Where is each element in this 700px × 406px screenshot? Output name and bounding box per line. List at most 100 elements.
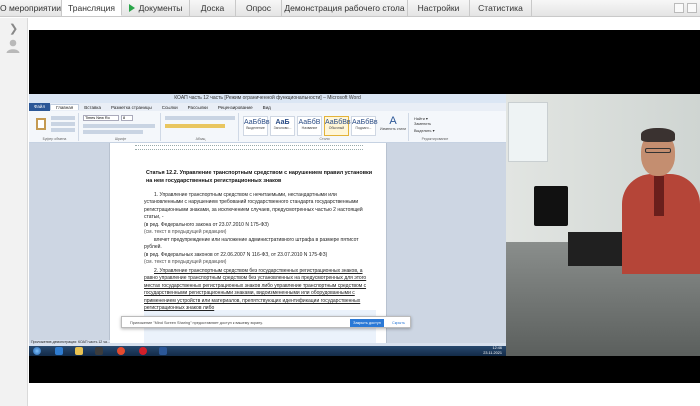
hide-notification-link[interactable]: Скрыть	[392, 317, 405, 329]
ribbon-caption-font: Шрифт	[114, 137, 127, 141]
tab-broadcast[interactable]: Трансляция	[62, 0, 122, 16]
paragraph-6: (см. текст в предыдущей редакции)	[144, 259, 227, 265]
font-name-select[interactable]: Times New Ro	[83, 115, 119, 121]
word-title-bar: КОАП часть 12 часть [Режим ограниченной …	[29, 94, 506, 103]
word-menu-mailings[interactable]: Рассылки	[183, 105, 213, 110]
tab-bar: О мероприятии Трансляция Документы Доска…	[0, 0, 700, 17]
change-styles-label: Изменить стили	[379, 127, 407, 131]
page-separator	[135, 145, 363, 150]
style-title[interactable]: АаБбВ Название	[297, 116, 322, 136]
style-emphasis[interactable]: АаБбВвГ Выделение	[243, 116, 273, 136]
tab-broadcast-label: Трансляция	[68, 2, 115, 13]
fullscreen-icon[interactable]	[687, 3, 697, 13]
tab-statistics-label: Статистика	[478, 3, 523, 13]
tab-settings[interactable]: Настройки	[408, 0, 470, 16]
paragraph-4: влечет предупреждение или наложение адми…	[144, 237, 359, 251]
windows-taskbar: 12:46 23.11.2021	[29, 346, 506, 356]
chrome-icon[interactable]	[117, 347, 125, 355]
paragraph-1: 1. Управление транспортным средством с н…	[144, 192, 363, 221]
ie-icon[interactable]	[55, 347, 63, 355]
shared-screen: КОАП часть 12 часть [Режим ограниченной …	[29, 94, 506, 356]
word-menu-review[interactable]: Рецензирование	[213, 105, 258, 110]
word-menu-home[interactable]: Главная	[50, 104, 80, 110]
select-button[interactable]: Выделить ▾	[414, 128, 434, 133]
explorer-icon[interactable]	[75, 347, 83, 355]
style-subtitle-name: Подзаго...	[355, 126, 372, 130]
tab-desktop-demo-label: Демонстрация рабочего стола	[284, 3, 405, 13]
style-heading-sample: АаБ	[275, 119, 290, 126]
list-tools[interactable]	[165, 116, 235, 120]
paragraph-3: (см. текст в предыдущей редакции)	[144, 229, 227, 235]
word-menu: Файл Главная Вставка Разметка страницы С…	[29, 103, 506, 111]
tab-poll-label: Опрос	[246, 3, 271, 13]
video-stream[interactable]: КОАП часть 12 часть [Режим ограниченной …	[29, 30, 700, 383]
style-normal[interactable]: АаБбВв Обычный	[324, 116, 351, 136]
font-size-select[interactable]: 8	[121, 115, 133, 121]
word-icon[interactable]	[159, 347, 167, 355]
paragraph-7: 2. Управление транспортным средством без…	[144, 268, 367, 312]
style-title-name: Название	[301, 126, 318, 130]
tab-board-label: Доска	[200, 3, 225, 13]
start-button-icon[interactable]	[33, 347, 41, 355]
taskbar-status-text: Приложение-демонстрация: КОАП часть 12 ч…	[31, 340, 110, 344]
tab-desktop-demo[interactable]: Демонстрация рабочего стола	[282, 0, 408, 16]
style-normal-name: Обычный	[328, 126, 345, 130]
play-icon	[128, 4, 135, 12]
ribbon-caption-paragraph: Абзац	[195, 137, 206, 141]
word-menu-insert[interactable]: Вставка	[79, 105, 106, 110]
font-color-tools[interactable]	[83, 130, 143, 134]
tab-documents[interactable]: Документы	[122, 0, 190, 16]
style-subtitle[interactable]: АаБбВв Подзаго...	[351, 116, 378, 136]
style-title-sample: АаБбВ	[298, 119, 321, 126]
find-button[interactable]: Найти ▾	[414, 116, 428, 121]
minimize-icon[interactable]	[674, 3, 684, 13]
monitor-icon	[534, 186, 568, 226]
word-menu-layout[interactable]: Разметка страницы	[106, 105, 157, 110]
stop-sharing-button[interactable]: Закрыть доступ	[350, 319, 384, 327]
screen-share-notification: Приложение "Mind Screen Sharing" предост…	[121, 316, 411, 328]
presenter-camera	[506, 94, 700, 356]
style-heading[interactable]: АаБ Заголово...	[270, 116, 295, 136]
ribbon-font: Times New Ro 8 Шрифт	[81, 113, 161, 141]
ribbon-styles: АаБбВвГ Выделение АаБ Заголово... АаБбВ Наз…	[241, 113, 409, 141]
ribbon-clipboard: Буфер обмена	[31, 113, 79, 141]
ribbon-caption-editing: Редактирование	[421, 137, 449, 141]
ribbon-editing: Найти ▾ Заменить Выделить ▾ Редактирован…	[411, 113, 459, 141]
media-icon[interactable]	[95, 347, 103, 355]
clock-date: 23.11.2021	[483, 351, 502, 355]
tab-statistics[interactable]: Статистика	[470, 0, 532, 16]
tab-about[interactable]: О мероприятии	[0, 0, 62, 16]
styles-a-icon: A	[389, 115, 397, 127]
ribbon-paragraph: Абзац	[163, 113, 239, 141]
align-tools[interactable]	[165, 124, 225, 128]
tab-poll[interactable]: Опрос	[236, 0, 282, 16]
word-menu-view[interactable]: Вид	[258, 105, 276, 110]
style-subtitle-sample: АаБбВв	[352, 119, 378, 126]
change-styles-button[interactable]: A Изменить стили	[379, 115, 407, 137]
share-notification-text: Приложение "Mind Screen Sharing" предост…	[130, 321, 263, 325]
paste-icon[interactable]	[35, 116, 47, 130]
left-sidebar: ❯	[0, 18, 28, 406]
glasses-icon	[645, 148, 671, 153]
document-page[interactable]: Статья 12.2. Управление транспортным сре…	[109, 143, 387, 343]
cut-button[interactable]	[51, 116, 75, 120]
style-heading-name: Заголово...	[273, 126, 292, 130]
system-clock: 12:46 23.11.2021	[483, 346, 502, 356]
format-painter-button[interactable]	[51, 128, 75, 132]
ribbon-caption-clipboard: Буфер обмена	[42, 137, 67, 141]
tab-about-label: О мероприятии	[0, 3, 62, 13]
background-window	[508, 102, 548, 162]
user-icon[interactable]	[5, 38, 21, 54]
chevron-right-icon[interactable]: ❯	[9, 22, 18, 35]
presenter-hair	[641, 128, 675, 142]
font-format-tools[interactable]	[83, 124, 155, 128]
opera-icon[interactable]	[139, 347, 147, 355]
ribbon-caption-styles: Стили	[319, 137, 330, 141]
article-heading: Статья 12.2. Управление транспортным сре…	[146, 170, 373, 184]
word-menu-references[interactable]: Ссылки	[157, 105, 183, 110]
word-file-tab[interactable]: Файл	[29, 103, 51, 111]
presenter-tie	[654, 176, 664, 216]
copy-button[interactable]	[51, 122, 75, 126]
replace-button[interactable]: Заменить	[414, 122, 431, 126]
tab-board[interactable]: Доска	[190, 0, 236, 16]
